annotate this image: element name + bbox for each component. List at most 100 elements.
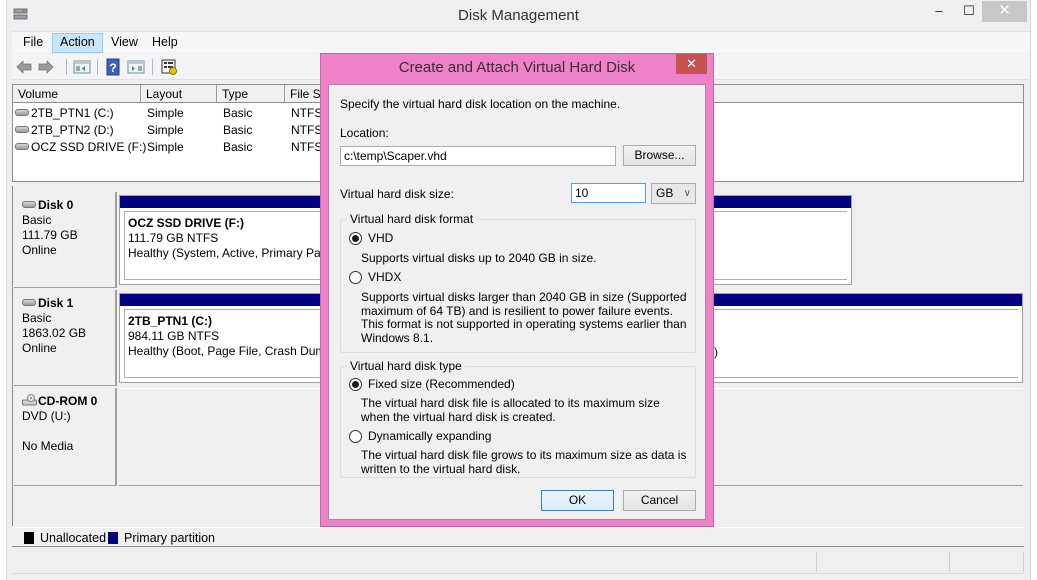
dialog-body: Specify the virtual hard disk location o… <box>328 84 706 520</box>
volume-cell: 2TB_PTN1 (C:) <box>15 105 114 122</box>
size-unit-select[interactable]: GB ∨ <box>651 183 696 204</box>
disk-status: Online <box>22 341 57 355</box>
disk-status: No Media <box>22 439 74 453</box>
toolbar-separator <box>66 59 67 75</box>
legend-unallocated: Unallocated <box>40 531 107 545</box>
status-segment <box>950 552 1024 572</box>
dialog-title: Create and Attach Virtual Hard Disk <box>398 59 636 76</box>
format-group: Virtual hard disk format VHD Supports vi… <box>340 212 696 353</box>
disk-label[interactable]: Disk 1 Basic 1863.02 GB Online <box>14 290 117 386</box>
size-label: Virtual hard disk size: <box>340 187 454 201</box>
toolbar-separator <box>152 59 153 75</box>
disk-name: Disk 0 <box>38 198 74 212</box>
disk-label[interactable]: CD-ROM 0 DVD (U:) No Media <box>14 388 117 486</box>
fixed-size-radio[interactable] <box>349 378 362 391</box>
location-label: Location: <box>340 126 389 140</box>
type-cell: Basic <box>223 140 253 154</box>
close-button[interactable]: ✕ <box>982 1 1027 22</box>
disk-icon <box>22 299 36 306</box>
volume-cell: 2TB_PTN2 (D:) <box>15 122 114 139</box>
type-cell: Basic <box>223 106 253 120</box>
toolbar-separator <box>97 59 98 75</box>
drive-icon <box>15 143 29 150</box>
menu-action[interactable]: Action <box>52 33 103 53</box>
disk-kind: Basic <box>22 311 52 325</box>
format-group-title: Virtual hard disk format <box>347 212 477 226</box>
properties-icon[interactable] <box>160 58 178 76</box>
fixed-size-description: The virtual hard disk file is allocated … <box>361 396 660 424</box>
cancel-button[interactable]: Cancel <box>623 490 696 511</box>
vhdx-radio[interactable] <box>349 271 362 284</box>
volume-name: OCZ SSD DRIVE (F:) <box>31 140 147 154</box>
filesystem-cell: NTFS <box>291 140 323 154</box>
drive-icon <box>15 109 29 116</box>
ok-button[interactable]: OK <box>541 490 614 511</box>
create-vhd-dialog: Create and Attach Virtual Hard Disk ✕ Sp… <box>320 53 714 527</box>
svg-text:?: ? <box>109 61 116 75</box>
forward-arrow-icon[interactable] <box>37 58 55 76</box>
volume-cell: OCZ SSD DRIVE (F:) <box>15 139 146 156</box>
size-unit-value: GB <box>656 186 674 200</box>
location-input[interactable] <box>340 146 616 166</box>
disk-label[interactable]: Disk 0 Basic 111.79 GB Online <box>14 192 117 288</box>
column-header-layout[interactable]: Layout <box>141 85 217 103</box>
disk-icon <box>22 201 36 208</box>
dynamically-expanding-radio[interactable] <box>349 430 362 443</box>
disk-name: CD-ROM 0 <box>38 394 98 408</box>
title-bar[interactable]: Disk Management – ☐ ✕ <box>7 0 1030 31</box>
minimize-button[interactable]: – <box>925 1 953 22</box>
status-segment <box>817 552 950 572</box>
status-segment <box>12 552 817 572</box>
menu-bar: File Action View Help <box>12 31 1030 53</box>
dynamically-expanding-description: The virtual hard disk file grows to its … <box>361 448 687 476</box>
vhd-description: Supports virtual disks up to 2040 GB in … <box>361 251 597 265</box>
status-bar <box>12 550 1024 574</box>
disk-size <box>22 424 115 439</box>
dialog-intro-text: Specify the virtual hard disk location o… <box>340 97 621 111</box>
cd-rom-icon <box>22 394 37 406</box>
column-header-type[interactable]: Type <box>217 85 285 103</box>
window-title: Disk Management <box>458 7 579 24</box>
legend: Unallocated Primary partition <box>12 527 1024 547</box>
show-hide-console-tree-icon[interactable] <box>73 58 91 76</box>
vhdx-radio-label[interactable]: VHDX <box>368 270 401 284</box>
volume-name: 2TB_PTN1 (C:) <box>31 106 114 120</box>
help-icon[interactable]: ? <box>104 58 122 76</box>
filesystem-cell: NTFS <box>291 106 323 120</box>
menu-help[interactable]: Help <box>145 33 185 53</box>
disk-name: Disk 1 <box>38 296 74 310</box>
primary-partition-swatch <box>108 532 118 544</box>
size-input[interactable] <box>571 183 646 203</box>
fixed-size-radio-label[interactable]: Fixed size (Recommended) <box>368 377 515 391</box>
layout-cell: Simple <box>147 123 184 137</box>
menu-view[interactable]: View <box>104 33 145 53</box>
disk-kind: Basic <box>22 213 52 227</box>
type-group: Virtual hard disk type Fixed size (Recom… <box>340 359 696 478</box>
menu-file[interactable]: File <box>16 33 50 53</box>
dynamically-expanding-radio-label[interactable]: Dynamically expanding <box>368 429 491 443</box>
chevron-down-icon: ∨ <box>683 188 691 199</box>
filesystem-cell: NTFS <box>291 123 323 137</box>
legend-primary-partition: Primary partition <box>124 531 215 545</box>
partition-health-tail: ) <box>714 345 718 359</box>
layout-cell: Simple <box>147 140 184 154</box>
layout-cell: Simple <box>147 106 184 120</box>
unallocated-swatch <box>24 532 34 544</box>
disk-size: 111.79 GB <box>22 228 78 242</box>
type-group-title: Virtual hard disk type <box>347 359 465 373</box>
back-arrow-icon[interactable] <box>15 58 33 76</box>
browse-button[interactable]: Browse... <box>623 145 696 166</box>
column-header-volume[interactable]: Volume <box>13 85 141 103</box>
dialog-close-button[interactable]: ✕ <box>676 54 707 74</box>
vhdx-description: Supports virtual disks larger than 2040 … <box>361 290 687 345</box>
disk-status: Online <box>22 243 57 257</box>
show-hide-action-pane-icon[interactable] <box>127 58 145 76</box>
volume-name: 2TB_PTN2 (D:) <box>31 123 114 137</box>
drive-icon <box>15 126 29 133</box>
maximize-button[interactable]: ☐ <box>955 1 983 22</box>
disk-kind: DVD (U:) <box>22 409 71 423</box>
vhd-radio[interactable] <box>349 232 362 245</box>
vhd-radio-label[interactable]: VHD <box>368 231 393 245</box>
disk-size: 1863.02 GB <box>22 326 87 340</box>
type-cell: Basic <box>223 123 253 137</box>
